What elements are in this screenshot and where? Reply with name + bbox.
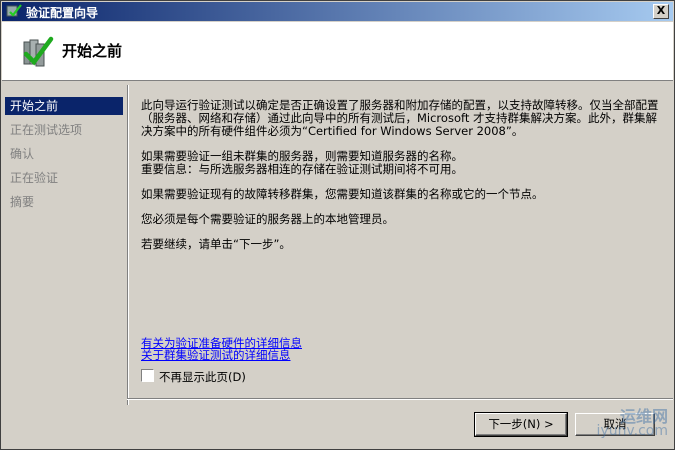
validation-tests-info-link[interactable]: 关于群集验证测试的详细信息 (141, 349, 302, 361)
sidebar-item-before-you-begin[interactable]: 开始之前 (5, 97, 123, 115)
sidebar-divider-highlight (128, 85, 129, 405)
sidebar-item-summary[interactable]: 摘要 (5, 193, 123, 211)
next-button[interactable]: 下一步(N) > (474, 412, 568, 437)
wizard-window: 验证配置向导 X 开始之前 开始之前 正在测试选项 确认 正在验证 摘要 此向导… (0, 0, 675, 450)
dont-show-again-checkbox[interactable] (141, 369, 154, 382)
existing-cluster-paragraph: 如果需要验证现有的故障转移群集，您需要知道该群集的名称或它的一个节点。 (141, 187, 544, 201)
continue-instruction: 若要继续，请单击“下一步”。 (141, 237, 291, 251)
app-icon (6, 4, 22, 17)
page-title: 开始之前 (62, 42, 123, 60)
help-links: 有关为验证准备硬件的详细信息 关于群集验证测试的详细信息 (141, 337, 302, 361)
admin-requirement-paragraph: 您必须是每个需要验证的服务器上的本地管理员。 (141, 212, 394, 226)
content-area: 此向导运行验证测试以确定是否正确设置了服务器和附加存储的配置，以支持故障转移。仅… (141, 99, 661, 263)
sidebar-item-confirmation[interactable]: 确认 (5, 145, 123, 163)
cluster-check-icon (23, 36, 54, 67)
important-note: 重要信息：与所选服务器相连的存储在验证测试期间将不可用。 (141, 162, 463, 176)
sidebar-item-testing-options[interactable]: 正在测试选项 (5, 121, 123, 139)
sidebar: 开始之前 正在测试选项 确认 正在验证 摘要 (2, 87, 126, 445)
sidebar-item-validating[interactable]: 正在验证 (5, 169, 123, 187)
dont-show-again-label[interactable]: 不再显示此页(D) (159, 369, 246, 385)
window-title: 验证配置向导 (26, 6, 99, 20)
watermark-line2: iyunv.com (596, 423, 668, 439)
wizard-header: 开始之前 (2, 22, 673, 81)
intro-paragraph: 此向导运行验证测试以确定是否正确设置了服务器和附加存储的配置，以支持故障转移。仅… (141, 98, 659, 138)
title-bar[interactable]: 验证配置向导 X (2, 2, 673, 21)
footer-divider-highlight (127, 399, 673, 400)
close-button[interactable]: X (653, 4, 669, 19)
watermark: 运维网 iyunv.com (578, 403, 668, 443)
